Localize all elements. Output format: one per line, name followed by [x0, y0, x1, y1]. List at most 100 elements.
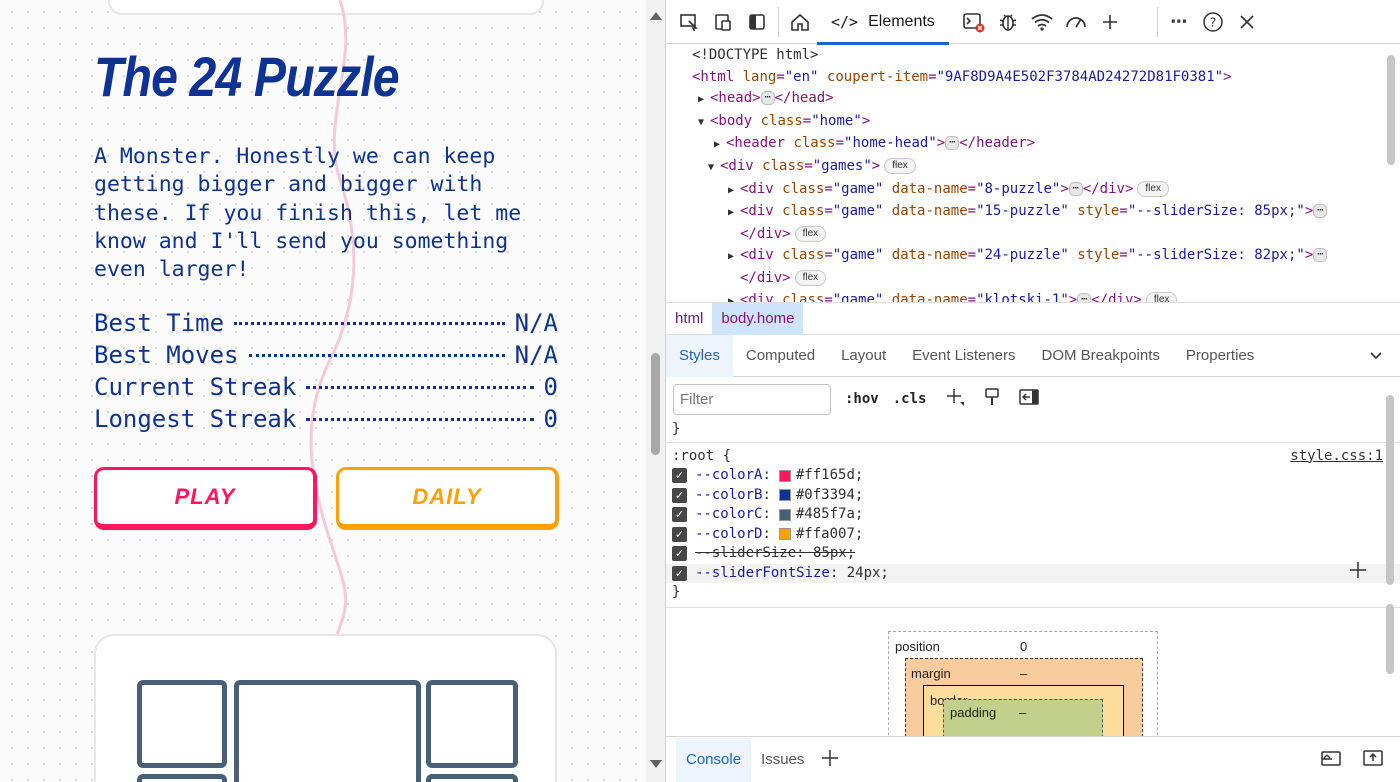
next-game-card[interactable]	[94, 634, 557, 782]
dom-line[interactable]: ▶ <div class="game" data-name="klotski-1"…	[666, 290, 1400, 302]
tab-dom-breakpoints[interactable]: DOM Breakpoints	[1029, 335, 1173, 377]
flex-badge[interactable]: flex	[794, 269, 827, 286]
styles-pane[interactable]: } :root { style.css:1 ✓ --colorA: #ff165d;…	[666, 420, 1400, 608]
close-icon[interactable]	[1230, 0, 1264, 44]
help-icon[interactable]: ?	[1196, 0, 1230, 44]
box-position-value[interactable]: 0	[1020, 639, 1027, 654]
css-var-row[interactable]: ✓ --colorB: #0f3394;	[666, 486, 1400, 506]
property-value[interactable]: #0f3394	[796, 486, 855, 506]
inspect-element-icon[interactable]	[672, 0, 706, 44]
box-margin-value[interactable]: –	[1020, 666, 1027, 681]
box-padding-value[interactable]: –	[1019, 705, 1026, 720]
page-scrollbar[interactable]	[646, 0, 665, 782]
color-swatch[interactable]	[778, 489, 791, 502]
styles-filter-input[interactable]: Filter	[673, 383, 831, 415]
scroll-down-arrow-icon[interactable]	[650, 760, 662, 768]
play-button[interactable]: PLAY	[94, 467, 317, 530]
ellipsis-badge[interactable]: ⋯	[1313, 204, 1328, 219]
dom-tree[interactable]: <!DOCTYPE html> <html lang="en" coupert-…	[666, 45, 1400, 302]
tab-elements[interactable]: </> Elements	[817, 1, 949, 45]
tab-issues[interactable]: Issues	[751, 738, 814, 782]
dom-line[interactable]: </div> flex	[666, 268, 1400, 290]
checkbox[interactable]: ✓	[672, 487, 687, 503]
color-swatch[interactable]	[778, 508, 791, 521]
dom-line[interactable]: ▼ <body class="home">	[666, 111, 1400, 134]
cls-button[interactable]: .cls	[893, 391, 927, 407]
checkbox[interactable]: ✓	[672, 526, 687, 542]
css-var-row[interactable]: ✓ --colorD: #ffa007;	[666, 525, 1400, 545]
dock-side-icon[interactable]	[740, 0, 774, 44]
css-var-row[interactable]: ✓ --colorA: #ff165d;	[666, 466, 1400, 486]
expand-triangle-icon[interactable]: ▶	[728, 202, 740, 224]
device-emulation-icon[interactable]	[706, 0, 740, 44]
property-name[interactable]: --colorB	[695, 486, 762, 506]
tab-properties[interactable]: Properties	[1173, 335, 1267, 377]
color-swatch[interactable]	[778, 528, 791, 541]
flex-badge[interactable]: flex	[884, 157, 916, 174]
flex-badge[interactable]: flex	[1137, 180, 1169, 197]
hov-button[interactable]: :hov	[845, 391, 879, 407]
new-style-rule-icon[interactable]	[944, 387, 966, 412]
expand-triangle-icon[interactable]: ▶	[698, 89, 710, 111]
dom-line[interactable]: ▶ <div class="game" data-name="8-puzzle">…	[666, 179, 1400, 202]
dom-scrollbar-thumb[interactable]	[1387, 55, 1395, 165]
performance-gauge-icon[interactable]	[1059, 0, 1093, 44]
color-swatch[interactable]	[778, 469, 791, 482]
dom-line[interactable]: ▶ <head> ⋯ </head>	[666, 88, 1400, 111]
dom-line[interactable]: ▼ <div class="games"> flex	[666, 156, 1400, 179]
property-name[interactable]: --sliderFontSize	[695, 564, 830, 584]
network-wifi-icon[interactable]	[1025, 0, 1059, 44]
css-var-row[interactable]: ✓ --sliderFontSize: 24px;	[666, 561, 1400, 586]
add-drawer-tab-plus-icon[interactable]	[820, 748, 840, 772]
computed-scrollbar-thumb[interactable]	[1386, 604, 1394, 674]
more-options-icon[interactable]: ⋯	[1162, 0, 1196, 44]
tab-styles[interactable]: Styles	[666, 334, 733, 377]
ellipsis-badge[interactable]: ⋯	[1068, 181, 1083, 196]
collapse-triangle-icon[interactable]: ▼	[708, 157, 720, 179]
chevron-down-icon[interactable]	[1369, 348, 1383, 364]
flex-badge[interactable]: flex	[794, 225, 827, 242]
welcome-home-icon[interactable]	[783, 0, 817, 44]
expand-triangle-icon[interactable]: ▶	[728, 246, 740, 268]
add-property-plus-icon[interactable]	[1349, 561, 1367, 586]
property-name[interactable]: --colorA	[695, 466, 762, 486]
paint-brush-icon[interactable]	[984, 387, 1000, 412]
css-var-row[interactable]: ✓ --colorC: #485f7a;	[666, 505, 1400, 525]
tab-console[interactable]: Console	[676, 737, 752, 782]
more-tools-plus-icon[interactable]	[1093, 0, 1127, 44]
dock-drawer-icon[interactable]	[1319, 748, 1343, 772]
checkbox[interactable]: ✓	[672, 546, 687, 562]
dom-line[interactable]: ▶ <header class="home-head"> ⋯ </header>	[666, 133, 1400, 156]
tab-event-listeners[interactable]: Event Listeners	[899, 335, 1028, 377]
stylesheet-link[interactable]: style.css:1	[1290, 447, 1383, 467]
css-var-row-overridden[interactable]: ✓ --sliderSize: 85px;	[666, 544, 1400, 564]
checkbox[interactable]: ✓	[672, 565, 687, 581]
ellipsis-badge[interactable]: ⋯	[1313, 248, 1328, 263]
expand-triangle-icon[interactable]: ▶	[728, 291, 740, 302]
checkbox[interactable]: ✓	[672, 507, 687, 523]
scrollbar-thumb[interactable]	[651, 353, 660, 455]
property-value[interactable]: 24px;	[847, 564, 889, 584]
property-value[interactable]: #ffa007	[796, 525, 855, 545]
ellipsis-badge[interactable]: ⋯	[760, 91, 775, 106]
console-error-icon[interactable]	[957, 0, 991, 44]
checkbox[interactable]: ✓	[672, 468, 687, 484]
ellipsis-badge[interactable]: ⋯	[945, 136, 960, 151]
collapse-triangle-icon[interactable]: ▼	[698, 112, 710, 134]
property-overridden[interactable]: --sliderSize: 85px;	[695, 544, 855, 564]
rule-selector[interactable]: :root	[672, 447, 714, 467]
property-name[interactable]: --colorC	[695, 505, 762, 525]
scroll-up-arrow-icon[interactable]	[650, 12, 662, 20]
property-name[interactable]: --colorD	[695, 525, 762, 545]
dom-line[interactable]: ▶ <div class="game" data-name="15-puzzle"…	[666, 201, 1400, 224]
dom-line[interactable]: </div> flex	[666, 224, 1400, 246]
daily-button[interactable]: DAILY	[336, 467, 559, 530]
property-value[interactable]: #485f7a	[796, 505, 855, 525]
dom-line[interactable]: ▶ <div class="game" data-name="24-puzzle"…	[666, 245, 1400, 268]
bug-icon[interactable]	[991, 0, 1025, 44]
toggle-drawer-icon[interactable]	[1361, 748, 1385, 772]
ellipsis-badge[interactable]: ⋯	[1077, 292, 1092, 302]
tab-computed[interactable]: Computed	[733, 335, 828, 377]
expand-triangle-icon[interactable]: ▶	[714, 134, 726, 156]
property-value[interactable]: #ff165d	[796, 466, 855, 486]
